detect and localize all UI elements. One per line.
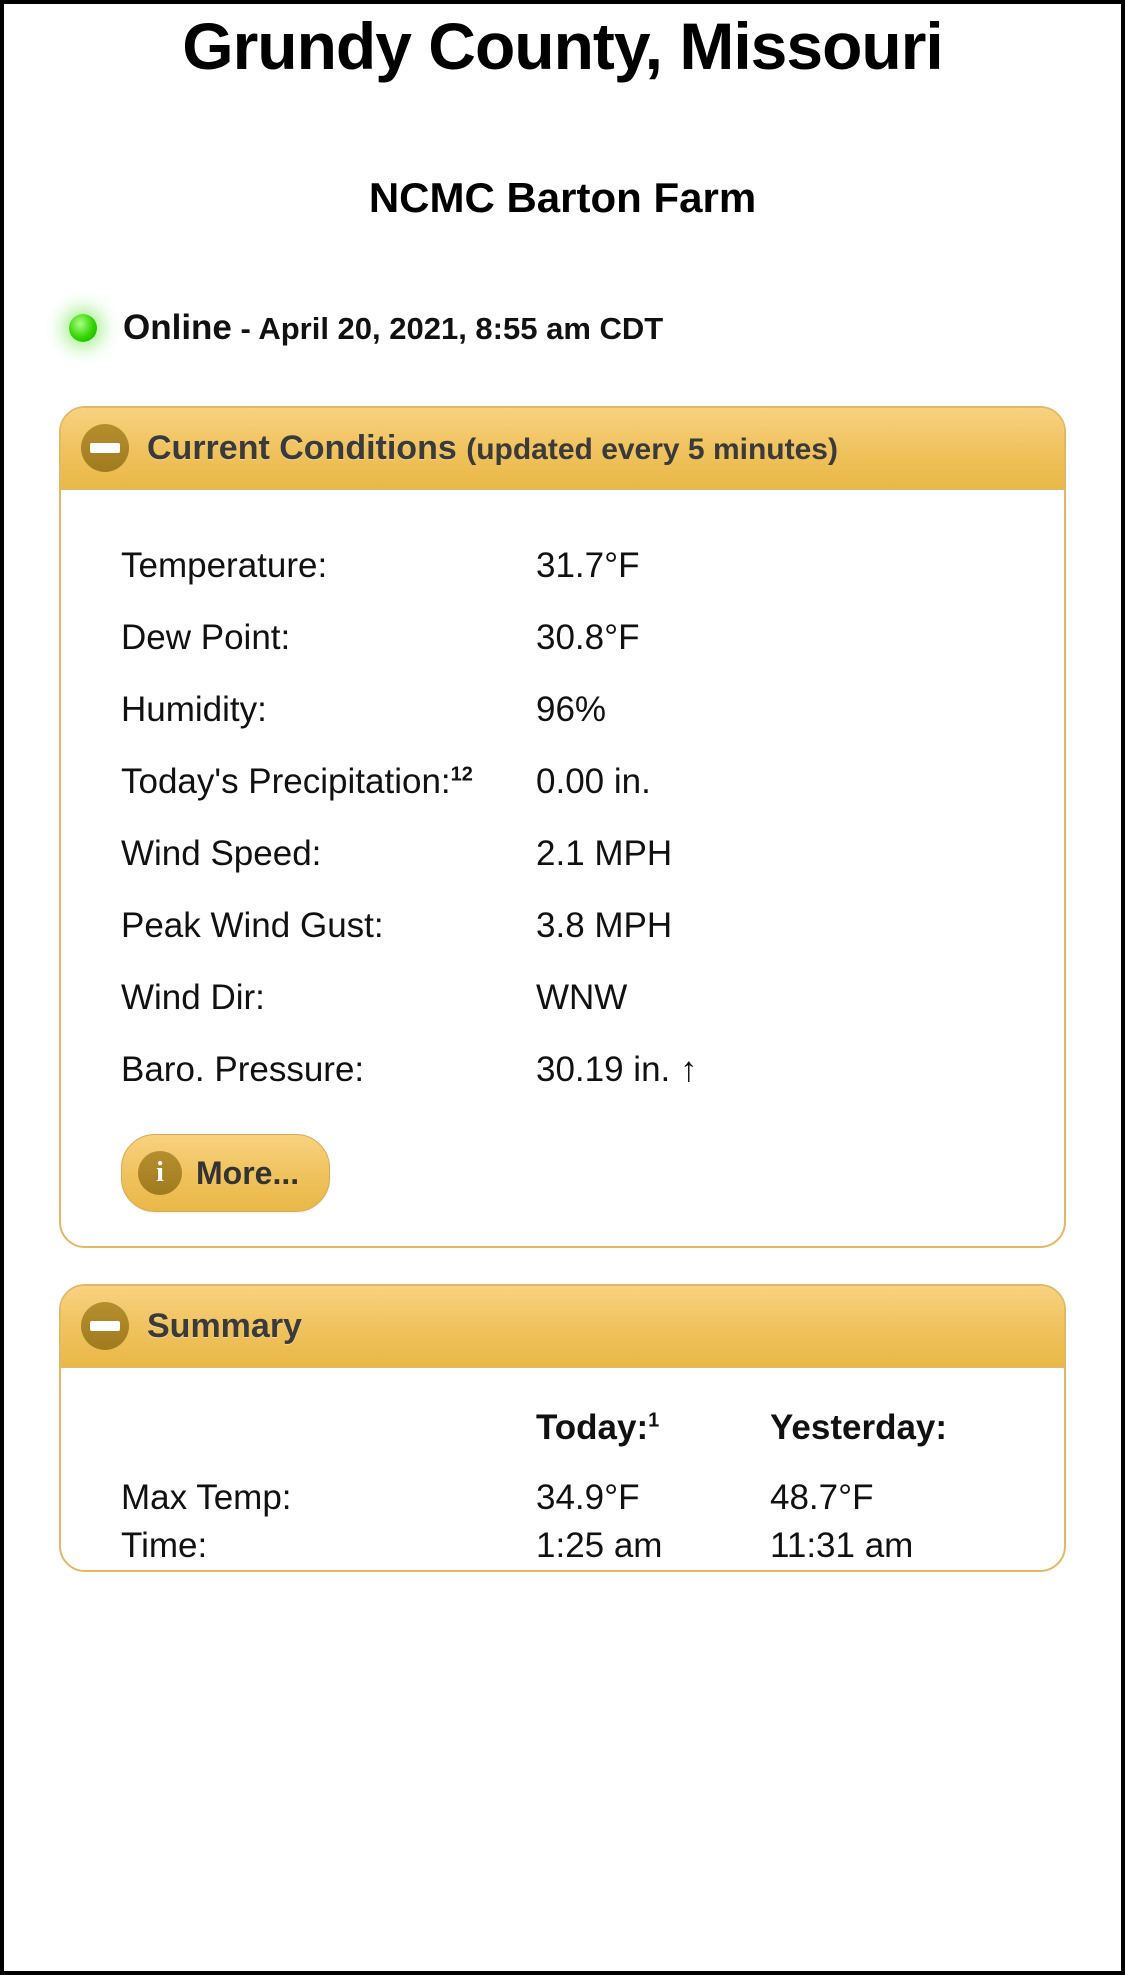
label-baro: Baro. Pressure: bbox=[121, 1050, 536, 1090]
current-conditions-title-wrap: Current Conditions (updated every 5 minu… bbox=[147, 429, 838, 468]
current-conditions-subtitle: (updated every 5 minutes) bbox=[466, 433, 838, 466]
summary-column-headers: Today:1 Yesterday: bbox=[121, 1398, 1004, 1474]
header-yesterday: Yesterday: bbox=[770, 1408, 1004, 1448]
precip-footnote: 12 bbox=[451, 763, 473, 785]
value-wind-speed: 2.1 MPH bbox=[536, 834, 1004, 874]
label-time: Time: bbox=[121, 1526, 536, 1566]
label-wind-speed: Wind Speed: bbox=[121, 834, 536, 874]
header-today: Today:1 bbox=[536, 1408, 770, 1448]
label-peak-gust: Peak Wind Gust: bbox=[121, 906, 536, 946]
value-baro: 30.19 in. ↑ bbox=[536, 1050, 1004, 1090]
row-wind-speed: Wind Speed: 2.1 MPH bbox=[121, 818, 1004, 890]
row-precipitation: Today's Precipitation:12 0.00 in. bbox=[121, 746, 1004, 818]
row-max-temp: Max Temp: 34.9°F 48.7°F bbox=[121, 1474, 1004, 1522]
value-dew-point: 30.8°F bbox=[536, 618, 1004, 658]
label-humidity: Humidity: bbox=[121, 690, 536, 730]
max-temp-yesterday: 48.7°F bbox=[770, 1478, 1004, 1518]
status-row: Online - April 20, 2021, 8:55 am CDT bbox=[59, 308, 1066, 348]
page-title: Grundy County, Missouri bbox=[59, 8, 1066, 84]
minus-icon[interactable] bbox=[81, 1302, 129, 1350]
info-icon: i bbox=[138, 1151, 182, 1195]
value-humidity: 96% bbox=[536, 690, 1004, 730]
current-conditions-panel: Current Conditions (updated every 5 minu… bbox=[59, 406, 1066, 1248]
header-today-footnote: 1 bbox=[648, 1409, 659, 1431]
status-timestamp: April 20, 2021, 8:55 am CDT bbox=[258, 311, 663, 346]
summary-panel: Summary Today:1 Yesterday: Max Temp: 34.… bbox=[59, 1284, 1066, 1572]
time-yesterday: 11:31 am bbox=[770, 1526, 1004, 1566]
row-humidity: Humidity: 96% bbox=[121, 674, 1004, 746]
row-wind-dir: Wind Dir: WNW bbox=[121, 962, 1004, 1034]
label-precipitation: Today's Precipitation:12 bbox=[121, 762, 536, 802]
value-wind-dir: WNW bbox=[536, 978, 1004, 1018]
minus-icon[interactable] bbox=[81, 424, 129, 472]
row-time: Time: 1:25 am 11:31 am bbox=[121, 1522, 1004, 1570]
summary-title: Summary bbox=[147, 1307, 302, 1346]
current-conditions-title: Current Conditions bbox=[147, 429, 466, 467]
current-conditions-header[interactable]: Current Conditions (updated every 5 minu… bbox=[61, 408, 1064, 490]
value-peak-gust: 3.8 MPH bbox=[536, 906, 1004, 946]
current-conditions-body: Temperature: 31.7°F Dew Point: 30.8°F Hu… bbox=[61, 490, 1064, 1246]
time-today: 1:25 am bbox=[536, 1526, 770, 1566]
label-wind-dir: Wind Dir: bbox=[121, 978, 536, 1018]
label-precipitation-text: Today's Precipitation: bbox=[121, 762, 451, 801]
label-temperature: Temperature: bbox=[121, 546, 536, 586]
label-max-temp: Max Temp: bbox=[121, 1478, 536, 1518]
row-peak-gust: Peak Wind Gust: 3.8 MPH bbox=[121, 890, 1004, 962]
row-temperature: Temperature: 31.7°F bbox=[121, 530, 1004, 602]
summary-body: Today:1 Yesterday: Max Temp: 34.9°F 48.7… bbox=[61, 1368, 1064, 1570]
label-dew-point: Dew Point: bbox=[121, 618, 536, 658]
status-separator: - bbox=[232, 311, 258, 346]
station-name: NCMC Barton Farm bbox=[59, 174, 1066, 222]
summary-header[interactable]: Summary bbox=[61, 1286, 1064, 1368]
row-dew-point: Dew Point: 30.8°F bbox=[121, 602, 1004, 674]
more-button[interactable]: i More... bbox=[121, 1134, 330, 1212]
header-today-text: Today: bbox=[536, 1408, 648, 1447]
status-text-wrap: Online - April 20, 2021, 8:55 am CDT bbox=[123, 308, 663, 348]
max-temp-today: 34.9°F bbox=[536, 1478, 770, 1518]
online-status-icon bbox=[69, 314, 97, 342]
value-precipitation: 0.00 in. bbox=[536, 762, 1004, 802]
value-temperature: 31.7°F bbox=[536, 546, 1004, 586]
row-baro: Baro. Pressure: 30.19 in. ↑ bbox=[121, 1034, 1004, 1106]
more-button-label: More... bbox=[196, 1155, 299, 1192]
status-label: Online bbox=[123, 308, 232, 347]
